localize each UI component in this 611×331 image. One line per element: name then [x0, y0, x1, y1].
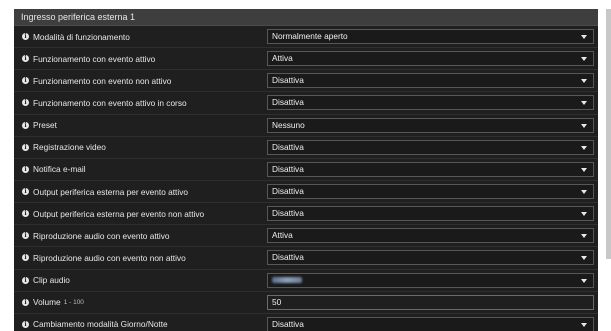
chevron-down-icon: [581, 79, 587, 84]
row-label: Output periferica esterna per evento att…: [33, 186, 188, 197]
output-event-inactive-select[interactable]: Disattiva: [267, 206, 594, 222]
row-audio-event-inactive: i Riproduzione audio con evento non atti…: [14, 247, 598, 270]
row-audio-event-active: i Riproduzione audio con evento attivo A…: [14, 225, 598, 248]
select-value: Disattiva: [272, 75, 304, 86]
info-icon[interactable]: i: [22, 298, 29, 306]
chevron-down-icon: [581, 234, 587, 239]
info-icon[interactable]: i: [22, 99, 29, 107]
info-icon[interactable]: i: [22, 188, 29, 196]
row-label: Preset: [33, 120, 57, 131]
row-label: Volume: [33, 297, 61, 308]
chevron-down-icon: [581, 256, 587, 261]
row-event-inactive: i Funzionamento con evento non attivo Di…: [14, 70, 598, 93]
email-notification-select[interactable]: Disattiva: [267, 161, 594, 177]
event-inactive-select[interactable]: Disattiva: [267, 73, 594, 89]
info-icon[interactable]: i: [22, 320, 29, 328]
info-icon[interactable]: i: [22, 121, 29, 129]
select-value: Attiva: [272, 230, 293, 241]
row-audio-clip: i Clip audio: [14, 270, 598, 292]
chevron-down-icon: [581, 101, 587, 106]
info-icon[interactable]: i: [22, 276, 29, 284]
info-icon[interactable]: i: [22, 210, 29, 218]
row-label: Output periferica esterna per evento non…: [33, 208, 205, 219]
chevron-down-icon: [581, 145, 587, 150]
info-icon[interactable]: i: [22, 232, 29, 240]
row-event-active-ongoing: i Funzionamento con evento attivo in cor…: [14, 92, 598, 115]
redacted-value: [272, 276, 302, 283]
chevron-down-icon: [581, 57, 587, 62]
info-icon[interactable]: i: [22, 55, 29, 63]
audio-event-inactive-select[interactable]: Disattiva: [267, 250, 594, 266]
row-label: Riproduzione audio con evento attivo: [33, 230, 170, 241]
row-volume: i Volume 1 - 100 50: [14, 292, 598, 314]
volume-range-hint: 1 - 100: [63, 298, 84, 306]
info-icon[interactable]: i: [22, 165, 29, 173]
chevron-down-icon: [581, 167, 587, 172]
row-operating-mode: i Modalità di funzionamento Normalmente …: [14, 26, 598, 49]
volume-input[interactable]: 50: [267, 294, 594, 310]
row-label: Funzionamento con evento attivo: [33, 53, 156, 64]
input-value: 50: [272, 296, 282, 307]
select-value: Normalmente aperto: [272, 31, 348, 41]
day-night-mode-select[interactable]: Disattiva: [267, 316, 594, 331]
chevron-down-icon: [581, 278, 587, 283]
event-active-ongoing-select[interactable]: Disattiva: [267, 95, 594, 111]
info-icon[interactable]: i: [22, 77, 29, 85]
settings-list: i Modalità di funzionamento Normalmente …: [14, 26, 598, 331]
row-label: Clip audio: [33, 275, 70, 286]
chevron-down-icon: [581, 322, 587, 327]
select-value: Attiva: [272, 53, 293, 64]
operating-mode-select[interactable]: Normalmente aperto: [267, 29, 594, 44]
panel-title: Ingresso periferica esterna 1: [14, 9, 598, 26]
output-event-active-select[interactable]: Disattiva: [267, 183, 594, 199]
row-label: Funzionamento con evento non attivo: [33, 75, 172, 86]
row-label: Funzionamento con evento attivo in corso: [33, 97, 187, 108]
event-active-select[interactable]: Attiva: [267, 51, 594, 67]
row-label: Cambiamento modalità Giorno/Notte: [33, 319, 168, 330]
chevron-down-icon: [581, 212, 587, 217]
row-email-notification: i Notifica e-mail Disattiva: [14, 159, 598, 181]
select-value: Disattiva: [272, 252, 304, 263]
chevron-down-icon: [581, 189, 587, 194]
info-icon[interactable]: i: [22, 254, 29, 262]
select-value: Nessuno: [272, 119, 305, 130]
preset-select[interactable]: Nessuno: [267, 117, 594, 133]
info-icon[interactable]: i: [22, 143, 29, 151]
info-icon[interactable]: i: [22, 33, 29, 41]
select-value: Disattiva: [272, 318, 304, 329]
chevron-down-icon: [581, 123, 587, 128]
select-value: Disattiva: [272, 163, 304, 174]
select-value: Disattiva: [272, 208, 304, 219]
row-label: Notifica e-mail: [33, 164, 86, 175]
video-recording-select[interactable]: Disattiva: [267, 139, 594, 155]
audio-event-active-select[interactable]: Attiva: [267, 228, 594, 244]
row-output-event-active: i Output periferica esterna per evento a…: [14, 181, 598, 204]
select-value: Disattiva: [272, 141, 304, 152]
audio-clip-select[interactable]: [267, 272, 594, 288]
row-label: Riproduzione audio con evento non attivo: [33, 252, 186, 263]
row-event-active: i Funzionamento con evento attivo Attiva: [14, 48, 598, 71]
page-scrollbar[interactable]: [606, 9, 611, 259]
row-preset: i Preset Nessuno: [14, 115, 598, 137]
row-label: Modalità di funzionamento: [33, 31, 130, 42]
row-video-recording: i Registrazione video Disattiva: [14, 137, 598, 159]
row-output-event-inactive: i Output periferica esterna per evento n…: [14, 203, 598, 226]
select-value: Disattiva: [272, 97, 304, 108]
external-input-panel: Ingresso periferica esterna 1 i Modalità…: [14, 9, 598, 331]
chevron-down-icon: [581, 35, 587, 39]
settings-page: Ingresso periferica esterna 1 i Modalità…: [0, 0, 611, 331]
select-value: Disattiva: [272, 185, 304, 196]
row-day-night-mode: i Cambiamento modalità Giorno/Notte Disa…: [14, 314, 598, 331]
row-label: Registrazione video: [33, 142, 106, 153]
